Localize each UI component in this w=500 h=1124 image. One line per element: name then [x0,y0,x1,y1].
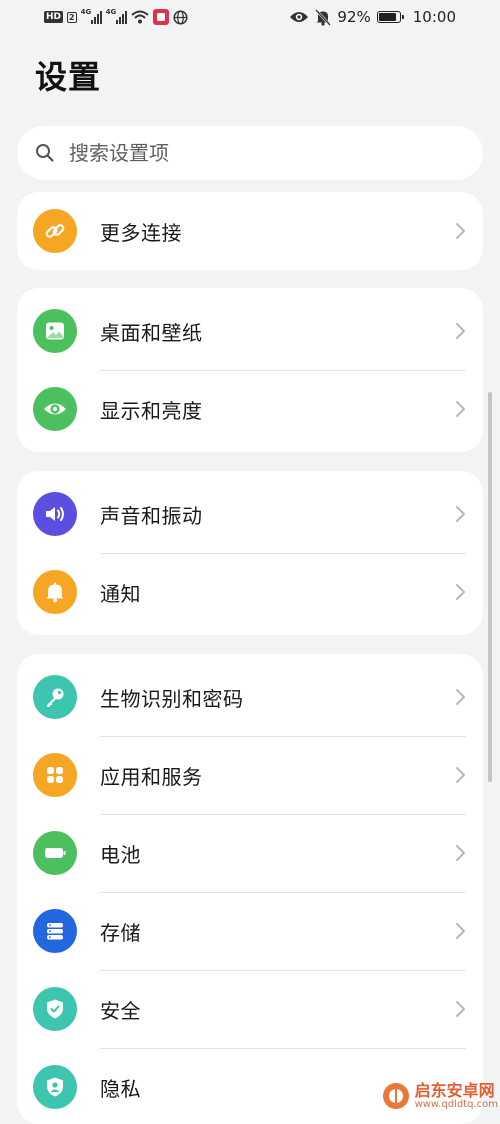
settings-group-sound: 声音和振动 通知 [17,471,483,635]
privacy-icon [33,1065,77,1109]
divider [100,892,466,893]
settings-item-label: 应用和服务 [100,764,203,789]
bell-icon [33,570,77,614]
mute-bell-icon [315,8,332,26]
settings-item-label: 声音和振动 [100,503,203,528]
watermark-logo-icon [382,1083,409,1109]
settings-item-battery[interactable]: 电池 [17,814,483,892]
settings-item-label: 生物识别和密码 [100,686,244,711]
settings-item-label: 桌面和壁纸 [100,320,203,345]
battery-percent: 92% [337,8,371,26]
settings-item-label: 更多连接 [100,220,182,245]
watermark: 启东安卓网 www.qdldtq.com [381,1081,498,1111]
chevron-right-icon [456,923,465,939]
settings-item-wallpaper[interactable]: 桌面和壁纸 [17,292,483,370]
divider [100,814,466,815]
settings-item-label: 隐私 [100,1076,141,1101]
key-icon [33,675,77,719]
divider [100,736,466,737]
watermark-title: 启东安卓网 [414,1080,495,1100]
wifi-icon [130,10,149,24]
settings-item-label: 通知 [100,581,141,606]
network-type-1: 4G [80,8,92,16]
link-icon [33,209,77,253]
chevron-right-icon [456,767,465,783]
chevron-right-icon [456,1001,465,1017]
settings-group-system: 生物识别和密码 应用和服务 电池 存储 安全 隐私 [17,654,483,1124]
status-bar: HD 2 4G 4G 92% 10:00 [0,0,500,38]
chevron-right-icon [456,506,465,522]
settings-item-label: 电池 [100,842,141,867]
settings-item-sound-vibration[interactable]: 声音和振动 [17,475,483,553]
chevron-right-icon [456,401,465,417]
watermark-text: 启东安卓网 www.qdldtq.com [415,1082,498,1111]
notification-app-icon [152,9,169,25]
shield-icon [33,987,77,1031]
signal-icon-1: 4G [80,8,102,24]
settings-item-storage[interactable]: 存储 [17,892,483,970]
divider [100,553,466,554]
page-title: 设置 [35,58,102,96]
settings-item-label: 显示和亮度 [100,398,203,423]
settings-item-display-brightness[interactable]: 显示和亮度 [17,370,483,448]
chevron-right-icon [456,689,465,705]
settings-item-security[interactable]: 安全 [17,970,483,1048]
battery-icon [33,831,77,875]
divider [100,1048,466,1049]
signal-icon-2: 4G [105,8,127,24]
settings-item-notifications[interactable]: 通知 [17,553,483,631]
hd-badge: HD [44,11,64,23]
settings-item-biometrics-password[interactable]: 生物识别和密码 [17,658,483,736]
search-bar[interactable] [17,126,483,180]
settings-group-connections: 更多连接 [17,192,483,270]
chevron-right-icon [456,584,465,600]
globe-icon [173,9,188,25]
settings-item-more-connections[interactable]: 更多连接 [17,192,483,270]
search-input[interactable] [67,140,451,166]
chevron-right-icon [456,323,465,339]
wallpaper-icon [33,309,77,353]
settings-item-label: 安全 [100,998,141,1023]
storage-icon [33,909,77,953]
divider [100,370,466,371]
speaker-icon [33,492,77,536]
search-icon [36,144,54,162]
divider [100,970,466,971]
settings-item-label: 存储 [100,920,141,945]
settings-group-display: 桌面和壁纸 显示和亮度 [17,288,483,452]
network-type-2: 4G [105,8,117,16]
eye-icon [33,387,77,431]
chevron-right-icon [456,223,465,239]
status-right: 92% 10:00 [289,8,456,26]
chevron-right-icon [456,845,465,861]
scrollbar[interactable] [488,392,492,782]
eye-comfort-icon [290,12,309,22]
apps-icon [33,753,77,797]
watermark-url: www.qdldtq.com [414,1099,498,1111]
settings-item-apps-services[interactable]: 应用和服务 [17,736,483,814]
status-left: HD 2 4G 4G [44,8,188,25]
clock: 10:00 [412,8,456,26]
battery-icon [376,11,404,23]
sim-badge: 2 [67,11,77,23]
